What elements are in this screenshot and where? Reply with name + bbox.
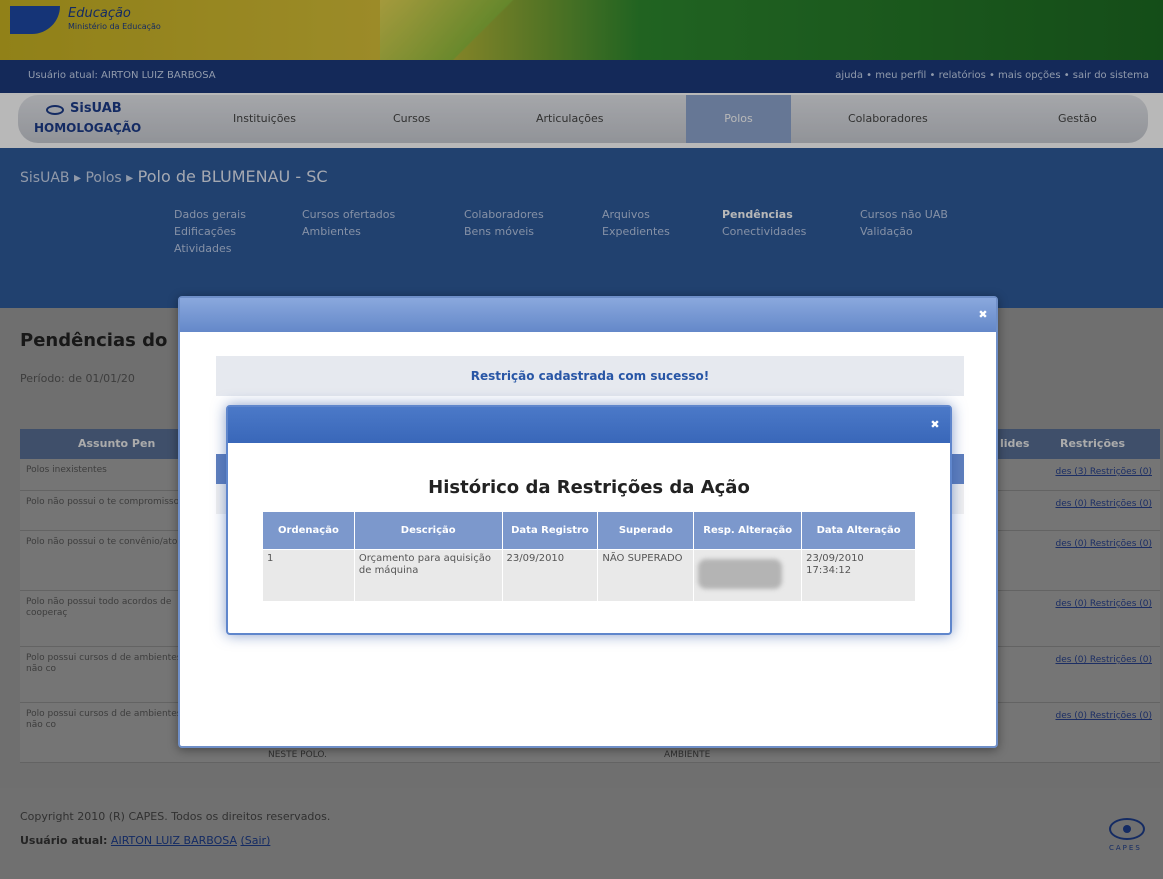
cell-descricao: Orçamento para aquisição de máquina (353, 549, 503, 602)
cell-resp-alteracao (693, 549, 803, 602)
historico-dialog: ✖ Histórico da Restrições da Ação Ordena… (226, 405, 952, 635)
cell-ordenacao: 1 (262, 549, 355, 602)
close-icon[interactable]: ✖ (928, 418, 942, 432)
cell-data-registro: 23/09/2010 (501, 549, 599, 602)
col-data-alteracao: Data Alteração (801, 511, 916, 550)
dialog-header: ✖ (228, 407, 950, 443)
redacted-name (698, 559, 783, 589)
cell-superado: NÃO SUPERADO (597, 549, 695, 602)
cell-data-alteracao: 23/09/2010 17:34:12 (801, 549, 916, 602)
historico-table: Ordenação Descrição Data Registro Supera… (262, 511, 916, 602)
table-row: 1 Orçamento para aquisição de máquina 23… (262, 549, 916, 602)
col-descricao: Descrição (353, 511, 503, 550)
dialog-header: ✖ (180, 298, 996, 332)
col-superado: Superado (597, 511, 695, 550)
dialog-title: Histórico da Restrições da Ação (428, 477, 750, 498)
col-data-registro: Data Registro (501, 511, 599, 550)
close-icon[interactable]: ✖ (976, 308, 990, 322)
col-ordenacao: Ordenação (262, 511, 355, 550)
success-message: Restrição cadastrada com sucesso! (216, 356, 964, 396)
col-resp-alteracao: Resp. Alteração (693, 511, 803, 550)
